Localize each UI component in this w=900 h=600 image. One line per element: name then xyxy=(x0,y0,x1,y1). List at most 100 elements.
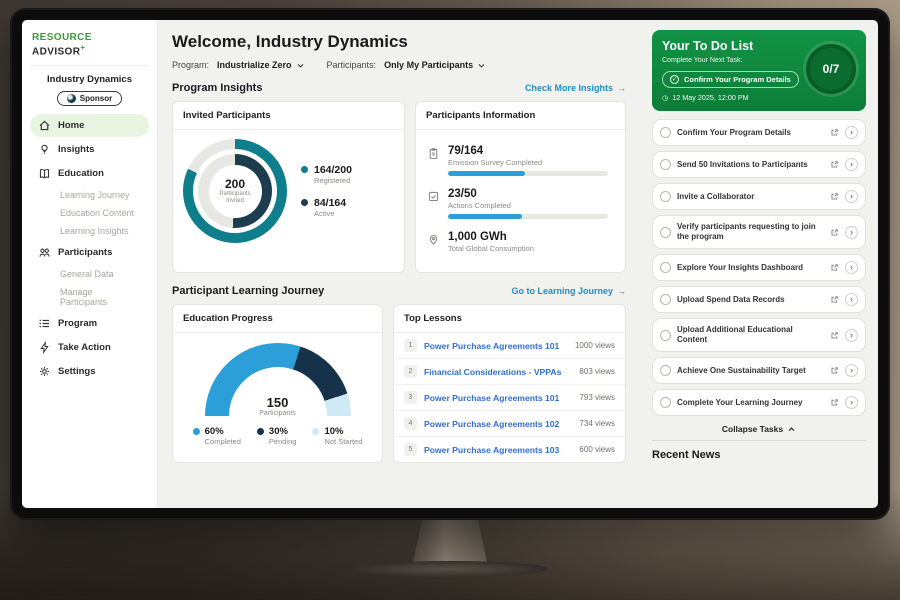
task-checkbox[interactable] xyxy=(660,397,671,408)
task-row-confirm-program[interactable]: Confirm Your Program Details › xyxy=(652,119,866,146)
gauge-center-label: Participants xyxy=(259,410,296,417)
external-link-icon xyxy=(830,295,839,304)
sidebar-item-manage-participants[interactable]: Manage Participants xyxy=(30,283,149,311)
task-row-invite-collaborator[interactable]: Invite a Collaborator › xyxy=(652,183,866,210)
sidebar-item-insights[interactable]: Insights xyxy=(30,138,149,161)
chevron-right-icon[interactable]: › xyxy=(845,126,858,139)
sponsor-badge[interactable]: Sponsor xyxy=(57,91,122,106)
org-name: Industry Dynamics xyxy=(30,74,149,85)
invited-donut-inner: 200 Participants Invited xyxy=(198,154,272,228)
monitor-stand xyxy=(412,518,488,566)
chevron-right-icon[interactable]: › xyxy=(845,190,858,203)
task-checkbox[interactable] xyxy=(660,227,671,238)
gear-icon xyxy=(38,365,51,378)
legend-dot xyxy=(257,428,264,435)
task-checkbox[interactable] xyxy=(660,127,671,138)
monitor-bezel: RESOURCE ADVISOR+ Industry Dynamics Spon… xyxy=(10,8,890,520)
collapse-tasks-link[interactable]: Collapse Tasks xyxy=(652,424,866,434)
lightbulb-icon xyxy=(38,143,51,156)
check-icon: ✓ xyxy=(670,75,679,84)
chevron-right-icon[interactable]: › xyxy=(845,293,858,306)
location-pin-icon xyxy=(426,231,440,257)
learning-journey-header: Participant Learning Journey Go to Learn… xyxy=(172,285,626,297)
sidebar-item-label: Insights xyxy=(58,144,94,155)
sidebar-item-program[interactable]: Program xyxy=(30,312,149,335)
card-title: Participants Information xyxy=(416,102,625,130)
task-row-upload-educational-content[interactable]: Upload Additional Educational Content › xyxy=(652,318,866,352)
chevron-right-icon[interactable]: › xyxy=(845,158,858,171)
people-icon xyxy=(38,246,51,259)
card-title: Invited Participants xyxy=(173,102,404,130)
education-gauge: 150 Participants xyxy=(205,343,351,417)
external-link-icon xyxy=(830,263,839,272)
recent-news-title: Recent News xyxy=(652,440,866,461)
chevron-right-icon[interactable]: › xyxy=(845,329,858,342)
sidebar-item-learning-insights[interactable]: Learning Insights xyxy=(30,222,149,240)
task-checkbox[interactable] xyxy=(660,191,671,202)
task-row-explore-insights[interactable]: Explore Your Insights Dashboard › xyxy=(652,254,866,281)
sidebar-item-participants[interactable]: Participants xyxy=(30,241,149,264)
participants-information-card: Participants Information 79/164 Emission… xyxy=(415,101,626,273)
legend-item-completed: 60% Completed xyxy=(193,426,241,446)
external-link-icon xyxy=(830,128,839,137)
task-row-send-invitations[interactable]: Send 50 Invitations to Participants › xyxy=(652,151,866,178)
legend-item-not-started: 10% Not Started xyxy=(312,426,362,446)
task-checkbox[interactable] xyxy=(660,159,671,170)
task-checkbox[interactable] xyxy=(660,294,671,305)
legend-dot xyxy=(312,428,319,435)
main-content: Welcome, Industry Dynamics Program: Indu… xyxy=(158,20,640,508)
participants-select-value: Only My Participants xyxy=(384,60,473,70)
sidebar: RESOURCE ADVISOR+ Industry Dynamics Spon… xyxy=(22,20,158,508)
sidebar-item-education-content[interactable]: Education Content xyxy=(30,204,149,222)
lesson-link[interactable]: Power Purchase Agreements 103 xyxy=(424,445,572,455)
chevron-right-icon[interactable]: › xyxy=(845,226,858,239)
card-title: Top Lessons xyxy=(394,305,625,333)
sidebar-item-take-action[interactable]: Take Action xyxy=(30,336,149,359)
external-link-icon xyxy=(830,192,839,201)
education-legend: 60% Completed 30% Pending xyxy=(193,426,363,446)
lesson-link[interactable]: Power Purchase Agreements 102 xyxy=(424,419,572,429)
learning-cards-row: Education Progress 150 Participants xyxy=(172,304,626,463)
lesson-link[interactable]: Power Purchase Agreements 101 xyxy=(424,341,568,351)
task-row-upload-spend-data[interactable]: Upload Spend Data Records › xyxy=(652,286,866,313)
clipboard-icon xyxy=(426,145,440,176)
chevron-right-icon[interactable]: › xyxy=(845,396,858,409)
progress-fill-0 xyxy=(448,171,525,176)
stat-row-emission-survey: 79/164 Emission Survey Completed xyxy=(426,139,615,182)
sidebar-nav: Home Insights Education Learning Journey… xyxy=(30,114,149,383)
chevron-right-icon[interactable]: › xyxy=(845,364,858,377)
program-filter-label: Program: xyxy=(172,60,209,70)
sidebar-item-label: Home xyxy=(58,120,84,131)
arrow-right-icon: → xyxy=(617,286,626,296)
task-checkbox[interactable] xyxy=(660,365,671,376)
chevron-right-icon[interactable]: › xyxy=(845,261,858,274)
participants-select[interactable]: Only My Participants xyxy=(384,60,486,70)
sidebar-item-settings[interactable]: Settings xyxy=(30,360,149,383)
list-icon xyxy=(38,317,51,330)
donut-center-value: 200 xyxy=(225,177,245,191)
sidebar-item-education[interactable]: Education xyxy=(30,162,149,185)
program-select[interactable]: Industrialize Zero xyxy=(217,60,305,70)
home-icon xyxy=(38,119,51,132)
sidebar-item-general-data[interactable]: General Data xyxy=(30,265,149,283)
check-more-insights-link[interactable]: Check More Insights → xyxy=(525,83,626,93)
task-row-achieve-target[interactable]: Achieve One Sustainability Target › xyxy=(652,357,866,384)
task-checkbox[interactable] xyxy=(660,330,671,341)
lesson-link[interactable]: Financial Considerations - VPPAs xyxy=(424,367,572,377)
bolt-icon xyxy=(38,341,51,354)
book-icon xyxy=(38,167,51,180)
task-checkbox[interactable] xyxy=(660,262,671,273)
legend-dot xyxy=(301,199,308,206)
chevron-up-icon xyxy=(787,425,796,434)
next-task-pill[interactable]: ✓ Confirm Your Program Details xyxy=(662,71,799,88)
sidebar-item-learning-journey[interactable]: Learning Journey xyxy=(30,186,149,204)
sidebar-item-home[interactable]: Home xyxy=(30,114,149,137)
brand-logo: RESOURCE ADVISOR+ xyxy=(30,30,149,66)
task-row-verify-participants[interactable]: Verify participants requesting to join t… xyxy=(652,215,866,249)
lesson-link[interactable]: Power Purchase Agreements 101 xyxy=(424,393,572,403)
participants-filter-label: Participants: xyxy=(327,60,377,70)
task-row-complete-learning-journey[interactable]: Complete Your Learning Journey › xyxy=(652,389,866,416)
progress-bar xyxy=(448,171,608,176)
sidebar-item-label: Settings xyxy=(58,366,95,377)
go-to-learning-journey-link[interactable]: Go to Learning Journey → xyxy=(511,286,626,296)
